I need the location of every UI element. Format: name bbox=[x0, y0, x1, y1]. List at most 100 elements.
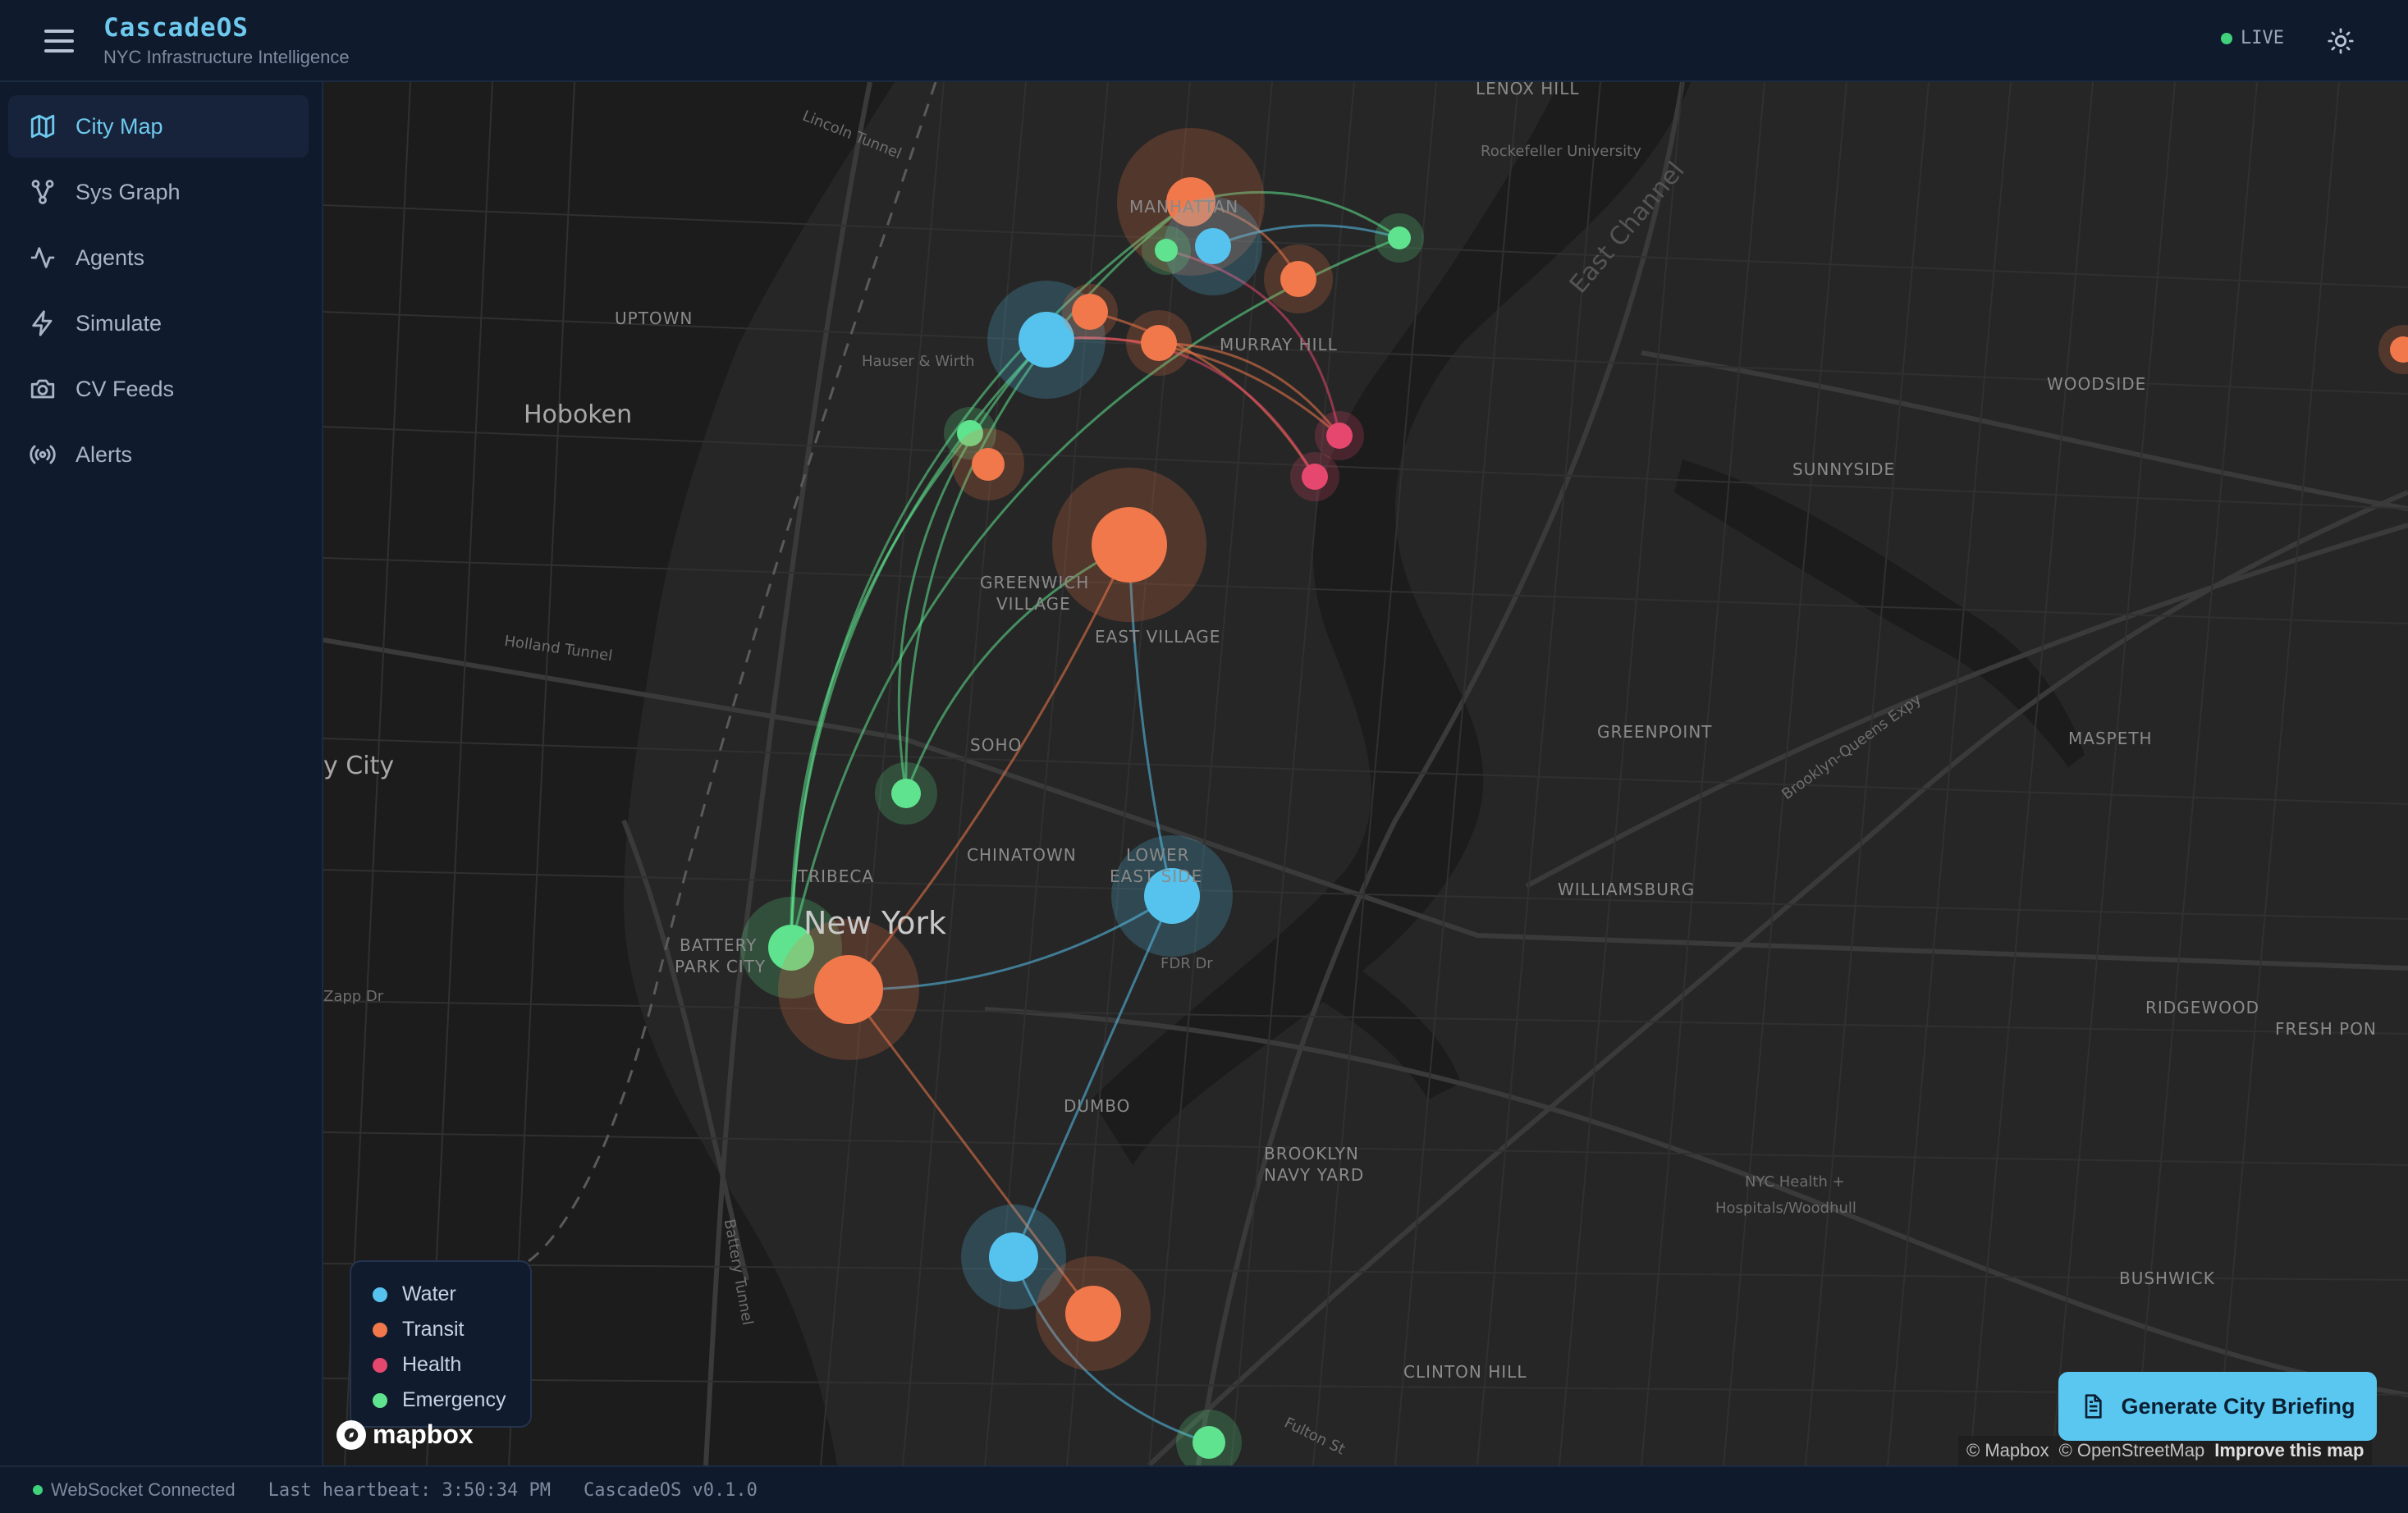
graph-icon bbox=[26, 176, 59, 208]
status-bar: WebSocket Connected Last heartbeat: 3:50… bbox=[0, 1465, 2408, 1513]
label-battery-2: PARK CITY bbox=[675, 957, 767, 976]
label-greenpoint: GREENPOINT bbox=[1597, 722, 1713, 742]
label-manhattan: MANHATTAN bbox=[1129, 197, 1239, 217]
sidebar-item-cv-feeds[interactable]: CV Feeds bbox=[8, 358, 309, 420]
emergency-node[interactable] bbox=[1388, 226, 1411, 249]
label-bushwick: BUSHWICK bbox=[2119, 1268, 2215, 1288]
label-williamsburg: WILLIAMSBURG bbox=[1558, 880, 1696, 899]
label-tribeca: TRIBECA bbox=[798, 866, 875, 886]
label-chinatown: CHINATOWN bbox=[967, 845, 1077, 865]
sidebar-item-label: Agents bbox=[76, 245, 145, 270]
emergency-dot-icon bbox=[373, 1392, 387, 1408]
label-lower-east-1: LOWER bbox=[1126, 845, 1190, 865]
sun-icon bbox=[2328, 28, 2354, 54]
label-battery-1: BATTERY bbox=[680, 935, 758, 955]
map-icon bbox=[26, 110, 59, 143]
sidebar-item-sys-graph[interactable]: Sys Graph bbox=[8, 161, 309, 223]
label-clinton-hill: CLINTON HILL bbox=[1403, 1362, 1527, 1382]
sidebar-item-alerts[interactable]: Alerts bbox=[8, 423, 309, 486]
sidebar-item-agents[interactable]: Agents bbox=[8, 226, 309, 289]
label-uptown: UPTOWN bbox=[615, 309, 694, 328]
camera-icon bbox=[26, 373, 59, 405]
label-greenwich-2: VILLAGE bbox=[996, 594, 1071, 614]
label-rockefeller: Rockefeller University bbox=[1481, 143, 1641, 160]
water-node[interactable] bbox=[989, 1232, 1038, 1282]
attrib-improve-link[interactable]: Improve this map bbox=[2214, 1440, 2364, 1461]
live-label: LIVE bbox=[2241, 28, 2284, 48]
label-sunnyside: SUNNYSIDE bbox=[1792, 459, 1896, 479]
connection-dot-icon bbox=[33, 1485, 43, 1495]
sidebar-item-label: CV Feeds bbox=[76, 376, 175, 401]
attrib-osm-link[interactable]: © OpenStreetMap bbox=[2059, 1440, 2205, 1461]
legend-item-health: Health bbox=[373, 1347, 509, 1383]
label-jersey-city: y City bbox=[323, 752, 395, 780]
websocket-label: WebSocket Connected bbox=[51, 1479, 236, 1500]
document-icon bbox=[2085, 1394, 2103, 1419]
heartbeat-label: Last heartbeat: 3:50:34 PM bbox=[268, 1479, 551, 1501]
sidebar-item-simulate[interactable]: Simulate bbox=[8, 292, 309, 354]
transit-dot-icon bbox=[373, 1322, 387, 1337]
transit-node[interactable] bbox=[1092, 507, 1167, 583]
generate-briefing-label: Generate City Briefing bbox=[2121, 1393, 2355, 1419]
health-dot-icon bbox=[373, 1357, 387, 1373]
transit-node[interactable] bbox=[1280, 261, 1316, 297]
activity-icon bbox=[26, 241, 59, 274]
label-hoboken: Hoboken bbox=[524, 400, 633, 429]
mapbox-logo[interactable]: mapbox bbox=[336, 1419, 474, 1450]
label-woodside: WOODSIDE bbox=[2047, 374, 2147, 394]
theme-toggle-button[interactable] bbox=[2323, 23, 2359, 59]
label-lower-east-2: EAST SIDE bbox=[1110, 866, 1203, 886]
label-ridgewood: RIDGEWOOD bbox=[2145, 998, 2259, 1017]
label-murray-hill: MURRAY HILL bbox=[1220, 335, 1338, 354]
mapbox-icon bbox=[336, 1419, 366, 1450]
legend-item-emergency: Emergency bbox=[373, 1383, 509, 1418]
emergency-node[interactable] bbox=[1193, 1426, 1225, 1459]
broadcast-icon bbox=[26, 438, 59, 471]
water-node[interactable] bbox=[1195, 228, 1231, 264]
transit-node[interactable] bbox=[814, 955, 883, 1024]
lightning-icon bbox=[26, 307, 59, 340]
sidebar-item-label: City Map bbox=[76, 113, 163, 139]
transit-node[interactable] bbox=[1072, 294, 1108, 330]
legend-label: Health bbox=[402, 1353, 462, 1376]
legend-label: Emergency bbox=[402, 1388, 506, 1411]
menu-icon[interactable] bbox=[41, 25, 77, 57]
label-hauser: Hauser & Wirth bbox=[862, 353, 975, 370]
legend-label: Water bbox=[402, 1282, 456, 1305]
city-map[interactable]: New York Hoboken y City UPTOWN GREENWICH… bbox=[323, 82, 2408, 1465]
label-navy-2: NAVY YARD bbox=[1264, 1165, 1365, 1185]
legend-label: Transit bbox=[402, 1318, 465, 1341]
label-nyc-health-1: NYC Health + bbox=[1745, 1173, 1845, 1191]
health-node[interactable] bbox=[1326, 423, 1353, 449]
label-soho: SOHO bbox=[970, 735, 1023, 755]
attrib-mapbox-link[interactable]: © Mapbox bbox=[1966, 1440, 2049, 1461]
sidebar: City Map Sys Graph Agents Simulate CV Fe… bbox=[0, 82, 323, 1465]
emergency-node[interactable] bbox=[891, 779, 921, 808]
label-greenwich-1: GREENWICH bbox=[980, 573, 1090, 592]
app-subtitle: NYC Infrastructure Intelligence bbox=[103, 47, 350, 67]
legend-item-water: Water bbox=[373, 1277, 509, 1312]
network-overlay bbox=[740, 128, 2408, 1465]
health-node[interactable] bbox=[1302, 464, 1328, 490]
emergency-node[interactable] bbox=[1155, 239, 1178, 262]
label-new-york: New York bbox=[803, 905, 947, 941]
transit-node[interactable] bbox=[972, 448, 1005, 481]
sidebar-item-city-map[interactable]: City Map bbox=[8, 95, 309, 158]
sidebar-item-label: Simulate bbox=[76, 310, 163, 336]
label-lenox-hill: LENOX HILL bbox=[1476, 82, 1580, 98]
live-dot-icon bbox=[2221, 32, 2232, 44]
transit-node[interactable] bbox=[1141, 325, 1177, 361]
app-title: CascadeOS bbox=[103, 13, 249, 43]
generate-briefing-button[interactable]: Generate City Briefing bbox=[2058, 1372, 2377, 1441]
water-dot-icon bbox=[373, 1287, 387, 1302]
label-fresh-pond: FRESH PON bbox=[2275, 1019, 2377, 1039]
label-navy-1: BROOKLYN bbox=[1264, 1144, 1359, 1163]
label-maspeth: MASPETH bbox=[2068, 729, 2153, 748]
label-fdr-dr: FDR Dr bbox=[1161, 955, 1213, 972]
sidebar-item-label: Sys Graph bbox=[76, 179, 181, 204]
websocket-status: WebSocket Connected bbox=[33, 1479, 236, 1501]
transit-node[interactable] bbox=[1065, 1286, 1121, 1342]
version-label: CascadeOS v0.1.0 bbox=[584, 1479, 758, 1501]
label-nyc-health-2: Hospitals/Woodhull bbox=[1715, 1200, 1856, 1217]
app-header: CascadeOS NYC Infrastructure Intelligenc… bbox=[0, 0, 2408, 82]
